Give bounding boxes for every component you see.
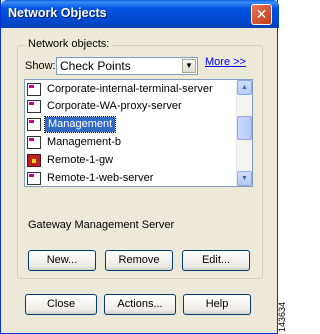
window-title: Network Objects	[8, 6, 107, 20]
close-window-button[interactable]: ✕	[251, 4, 272, 25]
host-icon	[27, 172, 41, 185]
host-icon	[27, 83, 41, 96]
host-icon	[27, 100, 41, 113]
group-label: Network objects:	[25, 38, 113, 50]
list-item-label: Remote-1-gw	[47, 154, 114, 166]
list-item-label: Remote-1-web-server	[47, 172, 154, 184]
remove-button[interactable]: Remove	[105, 250, 173, 271]
list-item[interactable]: Management-b	[27, 135, 235, 151]
gateway-icon	[27, 154, 41, 167]
list-item-label: Management-b	[47, 136, 121, 148]
list-scrollbar[interactable]: ▲ ▼	[236, 80, 252, 186]
scroll-thumb[interactable]	[237, 116, 252, 140]
object-description: Gateway Management Server	[28, 219, 175, 231]
show-label: Show:	[25, 60, 56, 72]
more-link[interactable]: More >>	[205, 56, 246, 68]
close-icon: ✕	[255, 6, 268, 22]
close-button[interactable]: Close	[25, 294, 97, 315]
list-item[interactable]: Corporate-internal-terminal-server	[27, 82, 235, 98]
list-item-label: Corporate-WA-proxy-server	[47, 100, 182, 112]
network-objects-list[interactable]: Corporate-internal-terminal-server Corpo…	[24, 79, 253, 187]
figure-number-text: 143634	[277, 301, 288, 333]
show-filter-select[interactable]: Check Points ▼	[56, 57, 198, 75]
show-filter-value: Check Points	[60, 59, 131, 73]
edit-button[interactable]: Edit...	[182, 250, 250, 271]
scroll-down-arrow-icon[interactable]: ▼	[237, 171, 252, 186]
scroll-up-arrow-icon[interactable]: ▲	[237, 80, 252, 95]
help-button[interactable]: Help	[183, 294, 251, 315]
checkpoint-icon	[27, 118, 41, 131]
list-item[interactable]: Remote-1-gw	[27, 153, 235, 169]
title-bar[interactable]: Network Objects ✕	[1, 0, 279, 28]
new-button[interactable]: New...	[28, 250, 96, 271]
list-item-label: Management	[43, 116, 117, 133]
list-item-label: Corporate-internal-terminal-server	[47, 83, 213, 95]
figure-number: 143634	[277, 300, 290, 334]
list-item[interactable]: Remote-1-web-server	[27, 171, 235, 187]
network-objects-dialog: Network Objects ✕ Network objects: Show:…	[0, 0, 279, 334]
list-item-selected[interactable]: Management	[27, 116, 235, 133]
actions-button[interactable]: Actions...	[104, 294, 176, 315]
checkpoint-icon	[27, 136, 41, 149]
list-item[interactable]: Corporate-WA-proxy-server	[27, 99, 235, 115]
chevron-down-icon[interactable]: ▼	[182, 59, 196, 73]
